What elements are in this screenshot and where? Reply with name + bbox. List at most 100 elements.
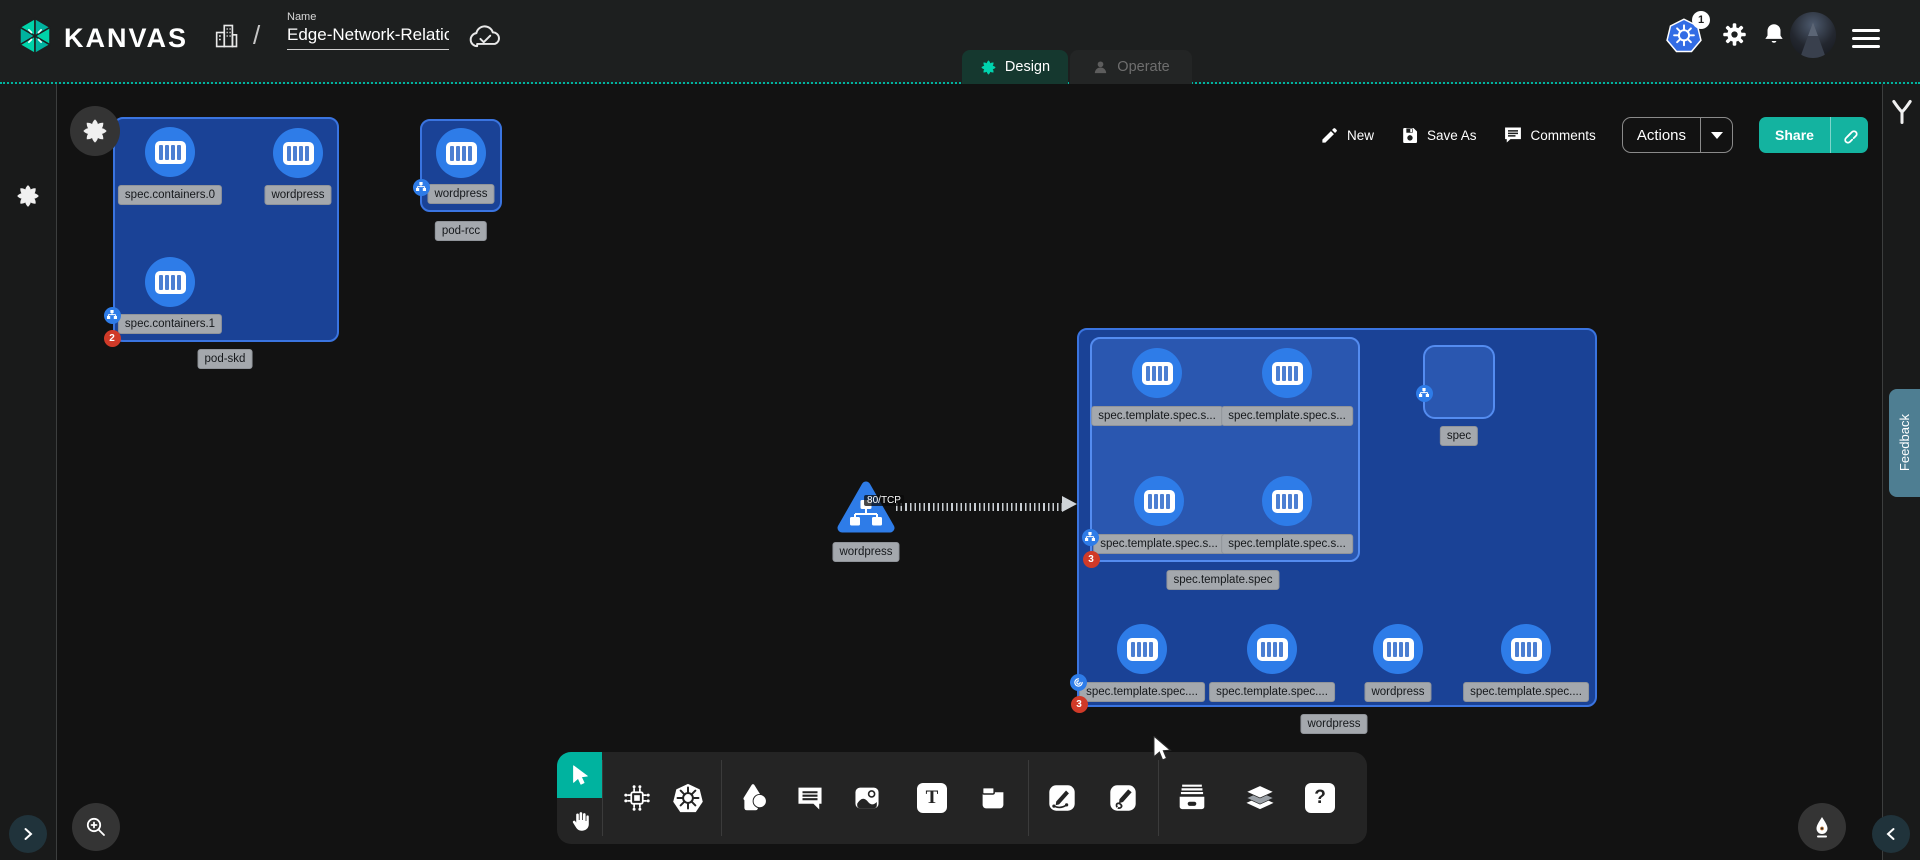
save-status-cloud-icon[interactable] — [468, 23, 502, 56]
error-count-badge[interactable]: 3 — [1083, 551, 1100, 568]
organization-icon[interactable] — [212, 22, 240, 55]
tab-operate-label: Operate — [1117, 59, 1169, 75]
container-icon — [1144, 490, 1175, 513]
node-label: wordpress — [832, 542, 899, 562]
actions-caret-button[interactable] — [1700, 118, 1732, 152]
zoom-search-button[interactable] — [72, 803, 120, 851]
help-tool[interactable]: ? — [1298, 776, 1342, 820]
node-label: wordpress — [1364, 682, 1431, 702]
notifications-bell-icon[interactable] — [1761, 21, 1787, 52]
relationship-badge[interactable] — [104, 307, 121, 324]
container-icon — [155, 141, 186, 164]
new-button[interactable]: New — [1320, 126, 1374, 145]
container-icon — [1383, 638, 1414, 661]
shapes-icon — [737, 782, 769, 814]
actions-button[interactable]: Actions — [1623, 127, 1700, 144]
settings-gear-icon[interactable] — [1721, 21, 1748, 53]
note-tool[interactable] — [971, 776, 1015, 820]
node-template-container[interactable] — [1134, 476, 1184, 526]
swirl-badge[interactable] — [1070, 674, 1087, 691]
mode-tabs: Design Operate — [962, 50, 1192, 84]
node-label: spec.template.spec.s... — [1221, 534, 1353, 554]
drawer-tool[interactable] — [1170, 776, 1214, 820]
meshery-pinwheel-icon[interactable] — [15, 183, 41, 214]
node-wordpress-container[interactable] — [1373, 624, 1423, 674]
layers-tool[interactable] — [1238, 776, 1282, 820]
node-template-container[interactable] — [1501, 624, 1551, 674]
pen-nib-icon — [1810, 815, 1834, 839]
caret-down-icon — [1711, 132, 1723, 139]
tab-operate[interactable]: Operate — [1070, 50, 1192, 84]
error-count-badge[interactable]: 3 — [1071, 696, 1088, 713]
pencil-icon — [1320, 126, 1339, 145]
design-name-field: Name — [287, 11, 449, 50]
relationship-badge[interactable] — [1082, 529, 1099, 546]
text-tool[interactable]: T — [910, 776, 954, 820]
node-label: wordpress — [427, 184, 494, 204]
user-avatar[interactable] — [1790, 12, 1836, 58]
brand[interactable]: KANVAS — [14, 15, 188, 62]
kanvas-logo-icon — [14, 15, 56, 62]
share-button[interactable]: Share — [1759, 127, 1830, 143]
node-wordpress-container[interactable] — [273, 128, 323, 178]
kubernetes-tool[interactable] — [666, 776, 710, 820]
mouse-cursor — [1152, 736, 1176, 767]
group-spec-template-spec[interactable] — [1090, 337, 1360, 562]
image-tool[interactable] — [845, 776, 889, 820]
node-label: spec.template.spec.... — [1463, 682, 1589, 702]
edge-wordpress-to-group[interactable] — [896, 503, 1066, 511]
collapse-right-panel-button[interactable] — [1872, 815, 1910, 853]
actions-dropdown: Actions — [1622, 117, 1733, 153]
edge-port-label: 80/TCP — [864, 495, 904, 506]
node-label: spec.containers.1 — [118, 314, 222, 334]
node-label: spec.template.spec.s... — [1091, 406, 1223, 426]
floating-pinwheel-button[interactable] — [70, 106, 120, 156]
node-template-container[interactable] — [1262, 348, 1312, 398]
container-icon — [446, 142, 477, 165]
freehand-draw-tool[interactable] — [1101, 776, 1145, 820]
toolbar-divider — [1158, 760, 1159, 836]
service-wordpress-node[interactable] — [836, 479, 896, 540]
pen-tool[interactable] — [1040, 776, 1084, 820]
expand-left-panel-button[interactable] — [9, 815, 47, 853]
shapes-tool[interactable] — [731, 776, 775, 820]
node-spec-containers-1[interactable] — [145, 257, 195, 307]
comments-label: Comments — [1531, 128, 1596, 143]
relationship-badge[interactable] — [1416, 385, 1433, 402]
comment-tool[interactable] — [788, 776, 832, 820]
error-count-badge[interactable]: 2 — [104, 330, 121, 347]
group-label: pod-skd — [198, 349, 253, 369]
layer5-y-icon[interactable] — [1888, 98, 1916, 131]
comments-button[interactable]: Comments — [1503, 125, 1596, 145]
pen-nib-button[interactable] — [1798, 803, 1846, 851]
copy-link-button[interactable] — [1830, 117, 1868, 153]
canvas-action-row: New Save As Comments Actions Share — [1320, 116, 1868, 154]
node-wordpress-container[interactable] — [436, 128, 486, 178]
group-label: pod-rcc — [435, 221, 487, 241]
relationship-badge[interactable] — [413, 179, 430, 196]
save-as-button[interactable]: Save As — [1400, 126, 1477, 145]
text-T-icon: T — [917, 783, 947, 813]
hamburger-menu-icon[interactable] — [1852, 24, 1880, 53]
node-spec[interactable] — [1423, 345, 1495, 419]
node-template-container[interactable] — [1247, 624, 1297, 674]
share-split-button: Share — [1759, 117, 1868, 153]
components-tool[interactable] — [615, 776, 659, 820]
pan-tool[interactable] — [557, 798, 602, 844]
node-spec-containers-0[interactable] — [145, 127, 195, 177]
node-label: spec — [1440, 426, 1478, 446]
feedback-tab[interactable]: Feedback — [1889, 389, 1920, 497]
node-template-container[interactable] — [1132, 348, 1182, 398]
comment-icon — [795, 783, 825, 813]
select-tool[interactable] — [557, 752, 602, 798]
pencil-scribble-icon — [1108, 783, 1138, 813]
node-template-container[interactable] — [1117, 624, 1167, 674]
design-name-input[interactable] — [287, 23, 449, 50]
node-label: spec.template.spec.... — [1209, 682, 1335, 702]
link-icon — [1839, 125, 1859, 145]
tab-design[interactable]: Design — [962, 50, 1068, 84]
node-template-container[interactable] — [1262, 476, 1312, 526]
container-icon — [1272, 490, 1303, 513]
toolbar-divider — [1028, 760, 1029, 836]
breadcrumb-separator: / — [253, 20, 260, 51]
